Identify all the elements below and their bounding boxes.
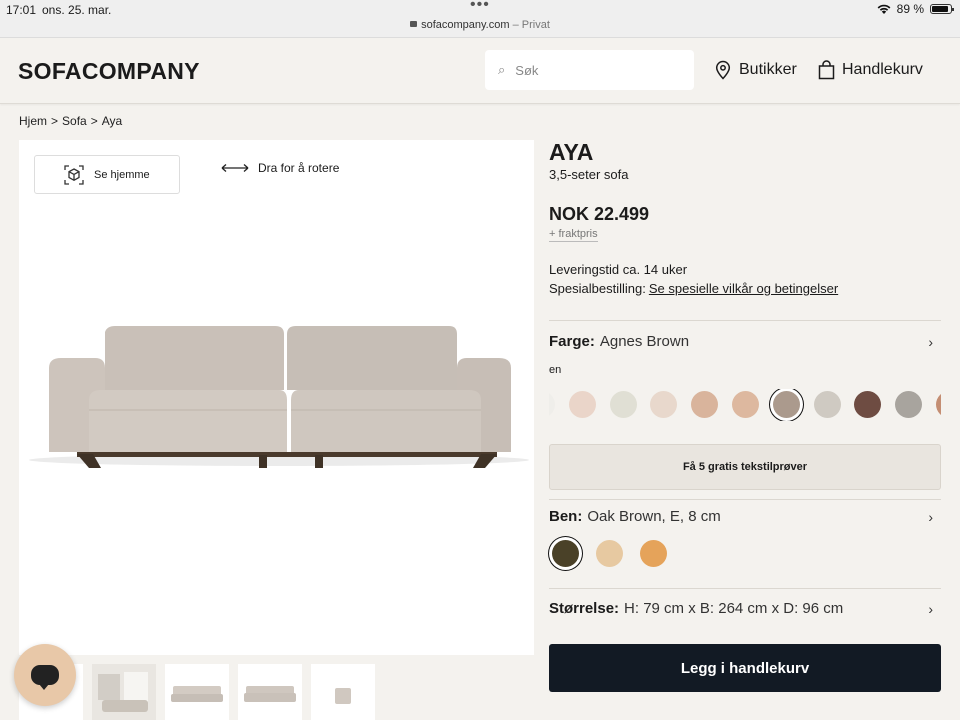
product-price: NOK 22.499 [549, 204, 650, 224]
legs-option-row[interactable]: Ben: Oak Brown, E, 8 cm › [549, 508, 941, 525]
sofa-image [29, 326, 529, 468]
wifi-icon [877, 4, 891, 14]
rotate-hint: Dra for å rotere [221, 161, 339, 175]
chat-button[interactable] [14, 644, 76, 706]
breadcrumb-separator: > [90, 114, 98, 128]
search-icon: ⌕ [498, 62, 506, 77]
cart-label: Handlekurv [842, 61, 923, 78]
chat-bubble-icon [31, 665, 59, 690]
search-input[interactable] [515, 62, 666, 78]
legs-option-label: Ben: [549, 508, 583, 525]
legs-option-value: Oak Brown, E, 8 cm [587, 508, 721, 525]
color-swatch[interactable] [609, 391, 637, 418]
sofa-angle-thumbnail-image [171, 686, 223, 702]
breadcrumb: Hjem > Sofa > Aya [19, 114, 126, 128]
color-swatch[interactable] [549, 391, 555, 418]
special-order-label: Spesialbestilling: [549, 281, 646, 296]
color-swatch[interactable] [936, 391, 941, 418]
special-order: Spesialbestilling: Se spesielle vilkår og… [549, 281, 838, 296]
product-title: AYA [549, 139, 594, 165]
leg-swatch[interactable] [552, 540, 579, 567]
add-to-cart-button[interactable]: Legg i handlekurv [549, 644, 941, 692]
ar-cube-icon [64, 164, 84, 185]
status-date: ons. 25. mar. [42, 3, 112, 17]
address-url: sofacompany.com [421, 19, 510, 31]
thumbnail[interactable] [165, 664, 229, 720]
status-bar: 17:01 ons. 25. mar. ••• sofacompany.com … [0, 0, 960, 38]
divider [549, 588, 941, 589]
color-swatches [549, 389, 941, 421]
sofa-side-thumbnail-image [335, 688, 351, 704]
chevron-right-icon: › [928, 508, 933, 525]
more-dots-icon[interactable]: ••• [470, 0, 490, 14]
color-option-value: Agnes Brown [599, 333, 690, 350]
freight-price-link[interactable]: + fraktpris [549, 228, 598, 242]
site-logo[interactable]: SOFACOMPANY [18, 58, 200, 85]
cart-link[interactable]: Handlekurv [818, 60, 923, 80]
battery-icon [930, 4, 954, 14]
color-option-row[interactable]: Farge: Agnes Brown › [549, 333, 941, 350]
product-subtitle: 3,5-seter sofa [549, 167, 629, 182]
site-header: SOFACOMPANY ⌕ Butikker Handlekurv [0, 38, 960, 104]
color-swatch[interactable] [691, 391, 719, 418]
rotate-hint-label: Dra for å rotere [258, 161, 340, 175]
product-3d-viewer[interactable]: Se hjemme Dra for å rotere [19, 140, 534, 655]
rotate-arrows-icon [221, 164, 249, 172]
leg-swatch[interactable] [640, 540, 667, 567]
size-option-value: H: 79 cm x B: 264 cm x D: 96 cm [624, 600, 844, 617]
color-swatch[interactable] [813, 391, 841, 418]
delivery-time: Leveringstid ca. 14 uker [549, 262, 688, 277]
search-box[interactable]: ⌕ [485, 50, 694, 90]
breadcrumb-separator: > [51, 114, 59, 128]
private-label: Privat [521, 19, 550, 31]
chevron-right-icon: › [928, 333, 933, 350]
breadcrumb-home[interactable]: Hjem [19, 114, 47, 128]
stores-label: Butikker [739, 61, 797, 78]
breadcrumb-sofa[interactable]: Sofa [62, 114, 87, 128]
color-swatch[interactable] [772, 391, 800, 418]
shopping-bag-icon [818, 60, 835, 80]
stores-link[interactable]: Butikker [714, 60, 797, 80]
ar-view-button[interactable]: Se hjemme [34, 155, 180, 194]
room-thumbnail-image [92, 664, 156, 720]
color-option-label: Farge: [549, 333, 595, 350]
sofa-front-thumbnail-image [244, 686, 296, 702]
chevron-right-icon: › [928, 600, 933, 617]
color-swatch[interactable] [732, 391, 759, 418]
size-option-row[interactable]: Størrelse: H: 79 cm x B: 264 cm x D: 96 … [549, 600, 941, 617]
ar-view-label: Se hjemme [94, 168, 150, 181]
divider [549, 499, 941, 500]
battery-percent: 89 % [896, 2, 924, 16]
thumbnail[interactable] [238, 664, 302, 720]
size-option-label: Størrelse: [549, 600, 620, 617]
leg-swatch[interactable] [596, 540, 623, 567]
color-swatch[interactable] [854, 391, 882, 418]
status-right: 89 % [877, 2, 954, 16]
thumbnail[interactable] [311, 664, 375, 720]
color-swatch[interactable] [895, 391, 923, 418]
color-swatch[interactable] [568, 391, 596, 418]
location-pin-icon [715, 60, 731, 80]
divider [549, 320, 941, 321]
breadcrumb-aya: Aya [101, 114, 123, 128]
free-samples-button[interactable]: Få 5 gratis tekstilprøver [549, 444, 941, 490]
address-bar[interactable]: sofacompany.com – Privat [0, 19, 960, 31]
lock-icon [410, 21, 418, 27]
color-swatch[interactable] [650, 391, 678, 418]
status-time: 17:01 [6, 3, 37, 17]
thumbnail[interactable] [92, 664, 156, 720]
special-terms-link[interactable]: Se spesielle vilkår og betingelser [649, 281, 838, 296]
battery-fill [932, 6, 949, 12]
language-note: en [549, 364, 562, 376]
